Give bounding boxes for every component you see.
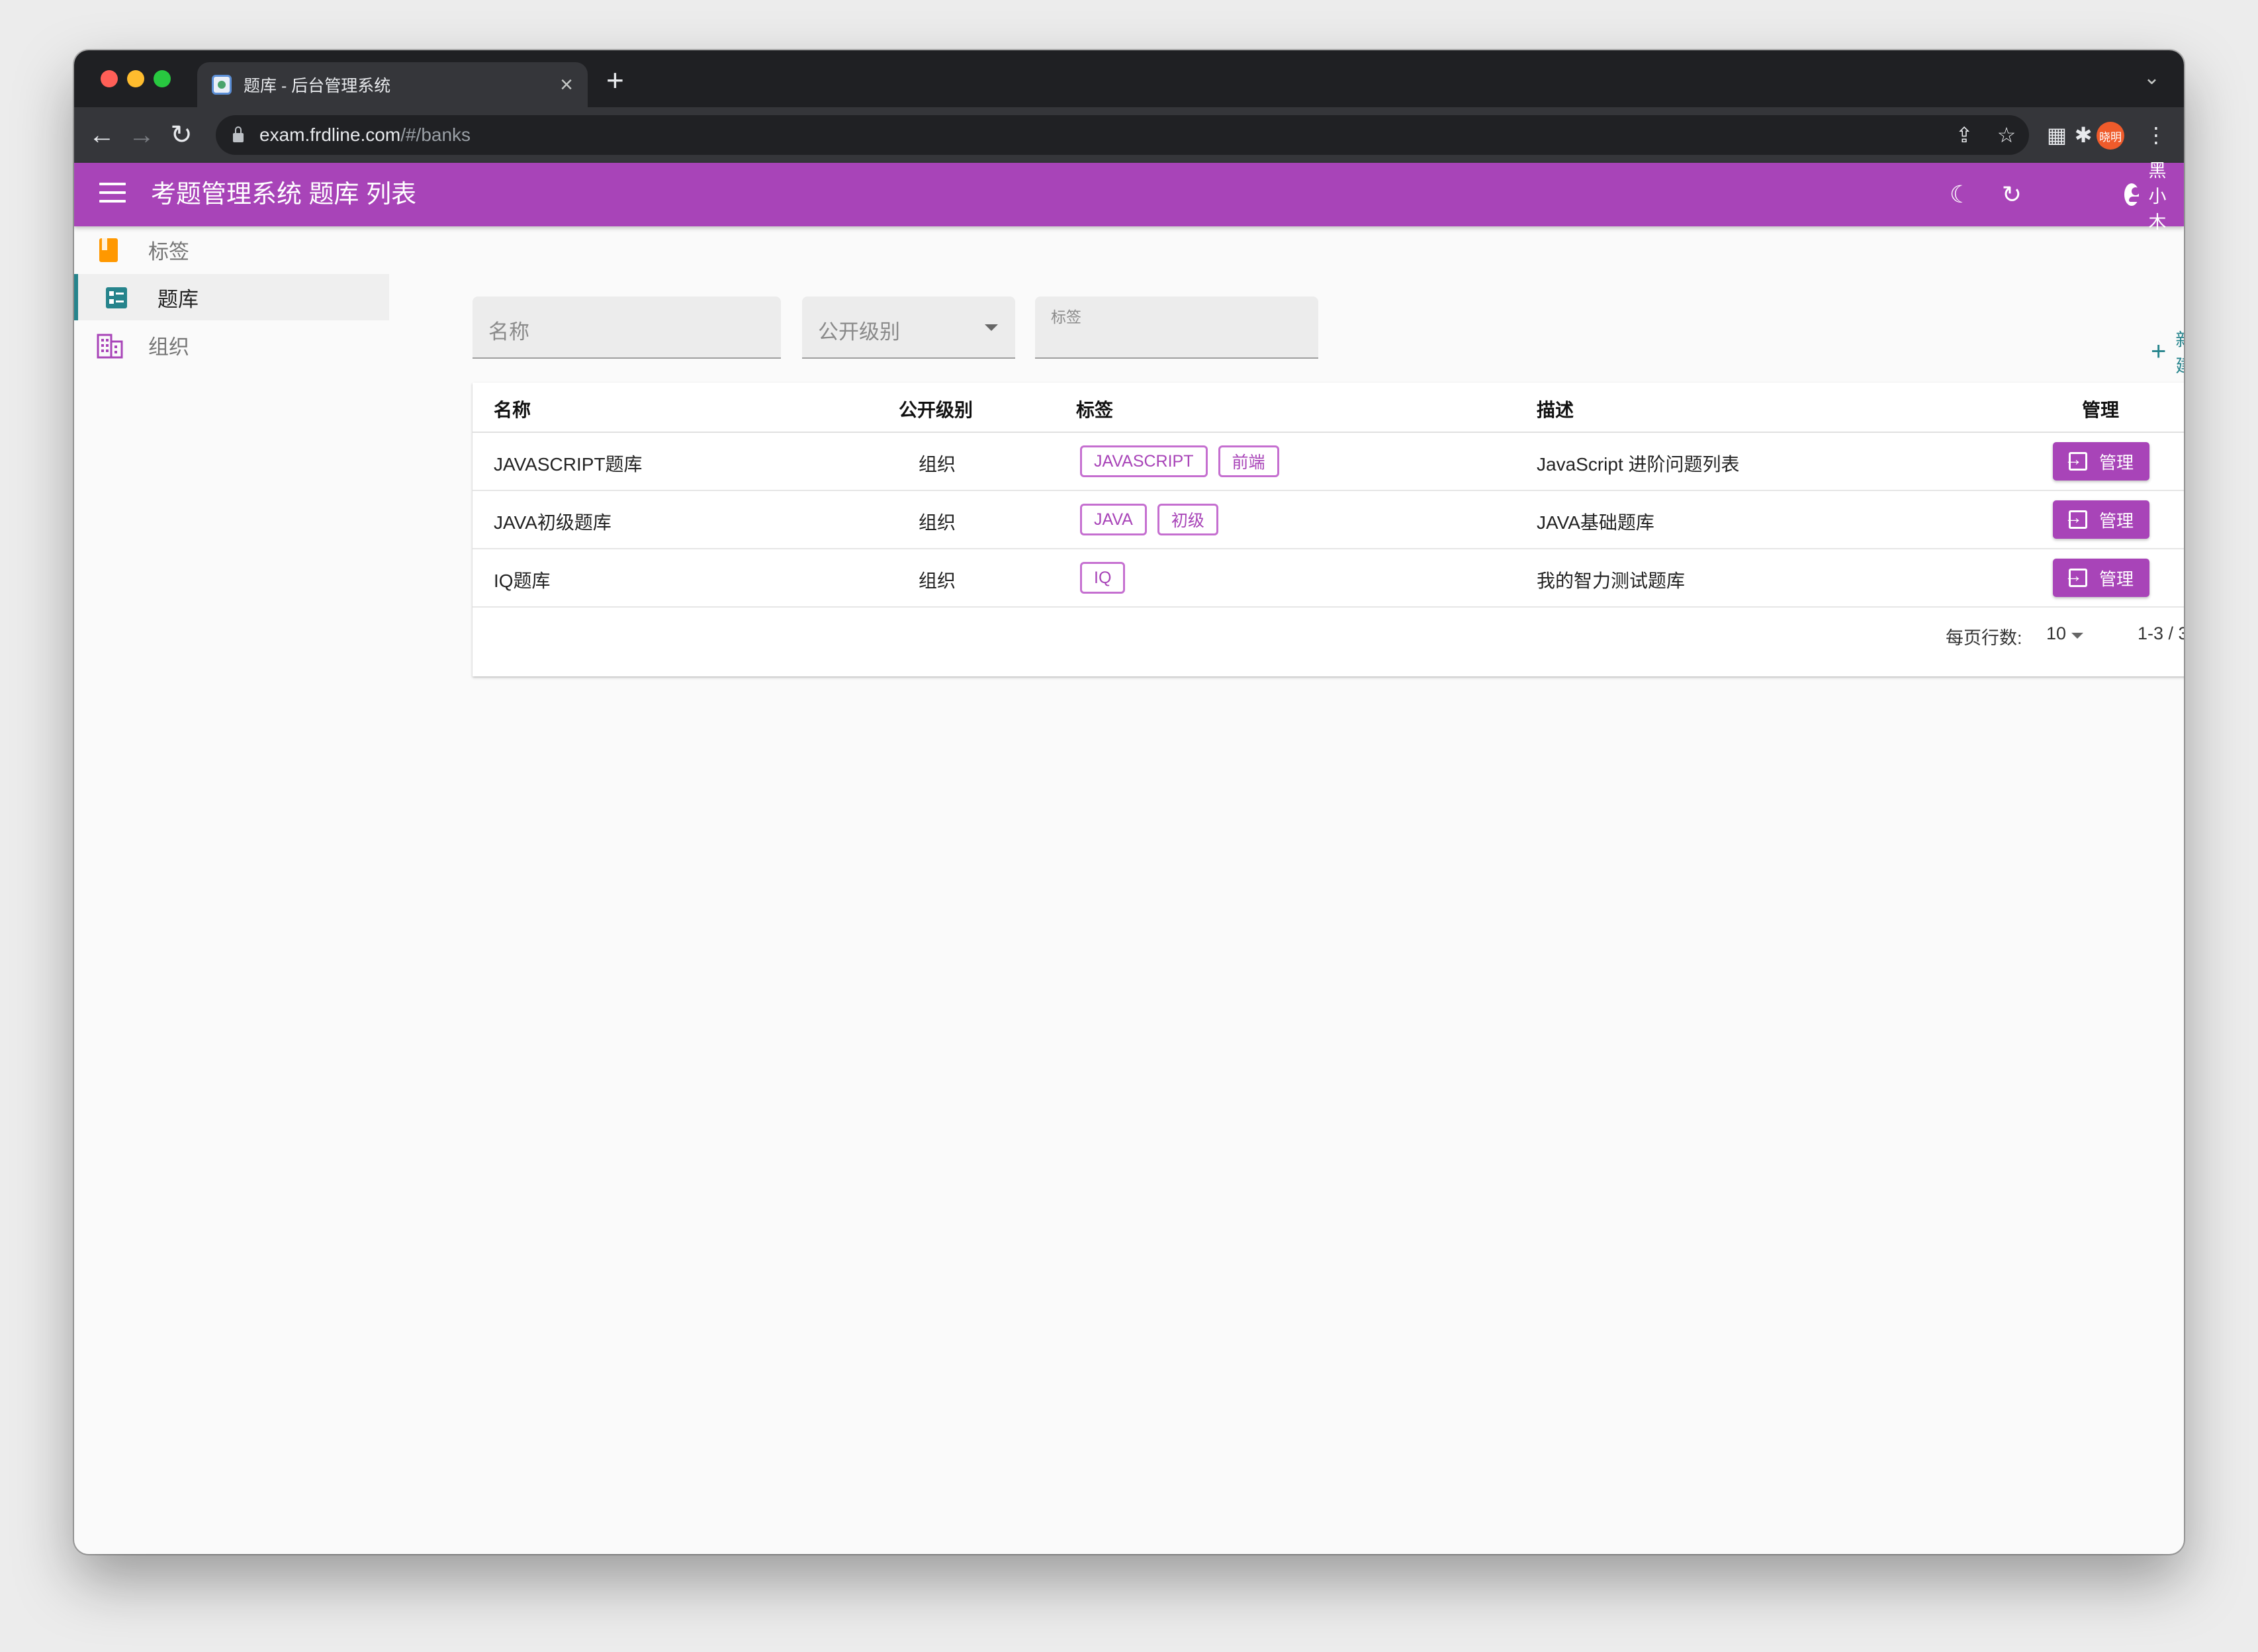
bank-name: IQ题库: [494, 571, 551, 591]
reload-button[interactable]: ↻: [164, 118, 199, 152]
banks-table: 名称 公开级别 标签 描述 管理 JAVASCRIPT题库 组织 JAVASCR…: [473, 383, 2184, 676]
menu-hamburger-icon[interactable]: [99, 183, 126, 205]
tags-filter-label: 标签: [1051, 308, 1081, 326]
column-header-name[interactable]: 名称: [494, 396, 531, 422]
profile-avatar[interactable]: 晓明: [2097, 122, 2124, 150]
forward-button[interactable]: →: [124, 118, 159, 152]
bank-level: 组织: [919, 454, 956, 475]
building-icon: [97, 334, 123, 359]
tab-close-icon[interactable]: ×: [560, 73, 573, 96]
minimize-window-button[interactable]: [127, 70, 144, 87]
sidebar-item-label: 组织: [148, 335, 189, 359]
pagination-range: 1-3 / 3: [2138, 623, 2184, 643]
extensions-puzzle-icon[interactable]: ✱: [2069, 120, 2098, 150]
sidebar-item-label: 标签: [148, 240, 189, 263]
user-name: 黑小木: [2148, 160, 2167, 232]
rows-per-page-label: 每页行数:: [1946, 628, 2022, 648]
back-button[interactable]: ←: [85, 118, 119, 152]
sidebar-item-label: 题库: [158, 287, 199, 311]
manage-button[interactable]: 管理: [2053, 442, 2149, 481]
tag-chip[interactable]: JAVA: [1080, 504, 1147, 535]
level-filter-placeholder: 公开级别: [818, 320, 900, 344]
tag-chips: IQ: [1080, 562, 1136, 594]
tag-chips: JAVASCRIPT 前端: [1080, 445, 1290, 477]
browser-toolbar: ← → ↻ exam.frdline.com /#/banks ⇪ ☆ ▦ ✱ …: [74, 107, 2184, 163]
page-title: 考题管理系统 题库 列表: [151, 181, 417, 208]
new-button-label: 新建: [2175, 326, 2184, 377]
rows-per-page-caret-icon[interactable]: [2071, 633, 2083, 639]
theme-toggle-icon[interactable]: ☾: [1944, 179, 1976, 210]
bank-level: 组织: [919, 571, 956, 591]
manage-button[interactable]: 管理: [2053, 559, 2149, 597]
new-bank-button[interactable]: + 新建: [2151, 326, 2184, 377]
tags-filter-input[interactable]: 标签: [1035, 297, 1318, 359]
bank-description: 我的智力测试题库: [1537, 571, 1686, 591]
list-box-icon: [106, 287, 127, 308]
login-icon: [2064, 507, 2087, 529]
sidebar-item-banks[interactable]: 题库: [74, 274, 389, 320]
column-header-level[interactable]: 公开级别: [899, 396, 973, 422]
sidebar: 标签 题库 组织: [74, 226, 389, 1554]
login-icon: [2064, 449, 2087, 471]
plus-icon: +: [2151, 337, 2167, 366]
user-menu[interactable]: 黑小木: [2124, 161, 2184, 232]
bank-level: 组织: [919, 512, 956, 533]
name-filter-placeholder: 名称: [488, 320, 529, 344]
column-header-tags[interactable]: 标签: [1076, 396, 1113, 422]
tag-chip[interactable]: JAVASCRIPT: [1080, 445, 1208, 477]
browser-window: 题库 - 后台管理系统 × + ⌄ ← → ↻ exam.frdline.com…: [74, 50, 2184, 1554]
tag-chip[interactable]: 前端: [1218, 445, 1279, 477]
manage-button[interactable]: 管理: [2053, 500, 2149, 539]
table-header: 名称 公开级别 标签 描述 管理: [473, 383, 2184, 433]
dropdown-caret-icon: [985, 324, 998, 331]
name-filter-input[interactable]: 名称: [473, 297, 781, 359]
favicon-icon: [212, 75, 232, 95]
qr-code-icon[interactable]: ▦: [2042, 120, 2071, 150]
table-row[interactable]: IQ题库 组织 IQ 我的智力测试题库 管理: [473, 549, 2184, 608]
tab-search-chevron-icon[interactable]: ⌄: [2144, 66, 2160, 89]
bookmark-star-icon[interactable]: ☆: [1992, 120, 2021, 150]
manage-label: 管理: [2099, 569, 2134, 589]
tag-chip[interactable]: IQ: [1080, 562, 1126, 594]
login-icon: [2064, 565, 2087, 587]
address-bar[interactable]: exam.frdline.com /#/banks ⇪ ☆: [216, 115, 2029, 155]
tag-chip[interactable]: 初级: [1157, 504, 1218, 535]
table-row[interactable]: JAVA初级题库 组织 JAVA 初级 JAVA基础题库 管理: [473, 491, 2184, 549]
new-tab-button[interactable]: +: [606, 65, 624, 95]
bank-name: JAVA初级题库: [494, 512, 611, 533]
share-icon[interactable]: ⇪: [1950, 120, 1979, 150]
tab-title: 题库 - 后台管理系统: [244, 77, 391, 95]
bookmark-icon: [99, 238, 118, 262]
app-bar: 考题管理系统 题库 列表 ☾ ↻ 黑小木: [74, 161, 2184, 232]
main-content: 名称 公开级别 标签 + 新建 名称 公开级别 标签 描述 管理 JAVASCR…: [398, 226, 2184, 1554]
zoom-window-button[interactable]: [154, 70, 171, 87]
bank-description: JAVA基础题库: [1537, 512, 1654, 533]
close-window-button[interactable]: [101, 70, 118, 87]
refresh-icon[interactable]: ↻: [1996, 179, 2028, 210]
manage-label: 管理: [2099, 510, 2134, 531]
tab-strip: 题库 - 后台管理系统 × + ⌄: [74, 50, 2184, 107]
lock-icon[interactable]: [233, 126, 244, 142]
browser-tab[interactable]: 题库 - 后台管理系统 ×: [197, 62, 588, 107]
rows-per-page-select[interactable]: 10: [2046, 623, 2066, 644]
table-row[interactable]: JAVASCRIPT题库 组织 JAVASCRIPT 前端 JavaScript…: [473, 433, 2184, 491]
tag-chips: JAVA 初级: [1080, 504, 1229, 535]
account-circle-icon: [2124, 183, 2143, 206]
menu-kebab-icon[interactable]: ⋮: [2142, 120, 2171, 150]
column-header-manage: 管理: [2082, 400, 2120, 420]
url-host: exam.frdline.com: [259, 124, 401, 145]
bank-name: JAVASCRIPT题库: [494, 454, 643, 475]
sidebar-item-orgs[interactable]: 组织: [74, 322, 389, 368]
level-filter-select[interactable]: 公开级别: [802, 297, 1015, 359]
manage-label: 管理: [2099, 452, 2134, 473]
url-path: /#/banks: [400, 124, 471, 145]
sidebar-item-tags[interactable]: 标签: [74, 226, 389, 273]
bank-description: JavaScript 进阶问题列表: [1537, 454, 1740, 475]
column-header-description[interactable]: 描述: [1537, 396, 1574, 422]
